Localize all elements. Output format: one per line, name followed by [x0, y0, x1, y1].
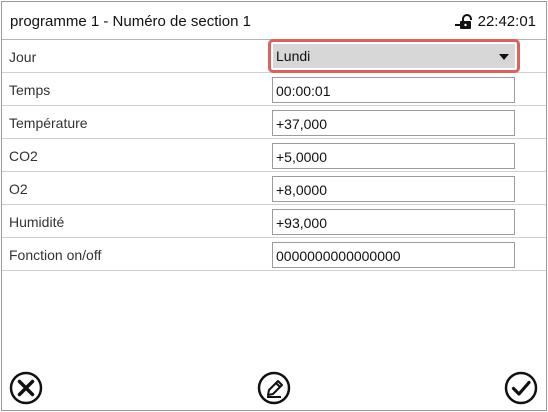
status-clock: 22:42:01	[454, 13, 536, 30]
field-label: CO2	[9, 148, 38, 164]
chevron-down-icon	[499, 54, 509, 60]
co2-field[interactable]: +5,0000	[272, 143, 515, 169]
row-jour: Jour Lundi	[2, 39, 546, 73]
o2-field[interactable]: +8,0000	[272, 176, 515, 202]
row-fonction-onoff: Fonction on/off 0000000000000000	[2, 239, 546, 271]
check-circle-icon	[504, 371, 538, 405]
field-label: Temps	[9, 82, 51, 98]
temperature-field[interactable]: +37,000	[272, 110, 515, 136]
field-label: O2	[9, 181, 28, 197]
field-label: Fonction on/off	[9, 247, 102, 263]
humidity-field[interactable]: +93,000	[272, 209, 515, 235]
field-label: Humidité	[9, 214, 65, 230]
confirm-button[interactable]	[503, 370, 539, 406]
field-label: Température	[9, 115, 88, 131]
program-section-editor: programme 1 - Numéro de section 1 22:42:…	[1, 1, 547, 411]
selection-highlight: Lundi	[268, 39, 520, 73]
edit-pencil-icon	[257, 371, 291, 405]
clock-time: 22:42:01	[477, 13, 536, 30]
close-circle-icon	[9, 371, 43, 405]
row-o2: O2 +8,0000	[2, 173, 546, 205]
field-label: Jour	[9, 49, 37, 65]
row-co2: CO2 +5,0000	[2, 140, 546, 172]
lock-icon	[454, 13, 475, 30]
row-temperature: Température +37,000	[2, 107, 546, 139]
day-select[interactable]: Lundi	[273, 44, 515, 68]
cancel-button[interactable]	[8, 370, 44, 406]
row-humidite: Humidité +93,000	[2, 206, 546, 238]
time-field[interactable]: 00:00:01	[272, 77, 515, 103]
page-title: programme 1 - Numéro de section 1	[10, 13, 251, 30]
header-bar: programme 1 - Numéro de section 1 22:42:…	[2, 2, 546, 40]
day-select-value: Lundi	[276, 48, 311, 64]
edit-button[interactable]	[256, 370, 292, 406]
row-temps: Temps 00:00:01	[2, 74, 546, 106]
onoff-function-field[interactable]: 0000000000000000	[272, 242, 515, 268]
